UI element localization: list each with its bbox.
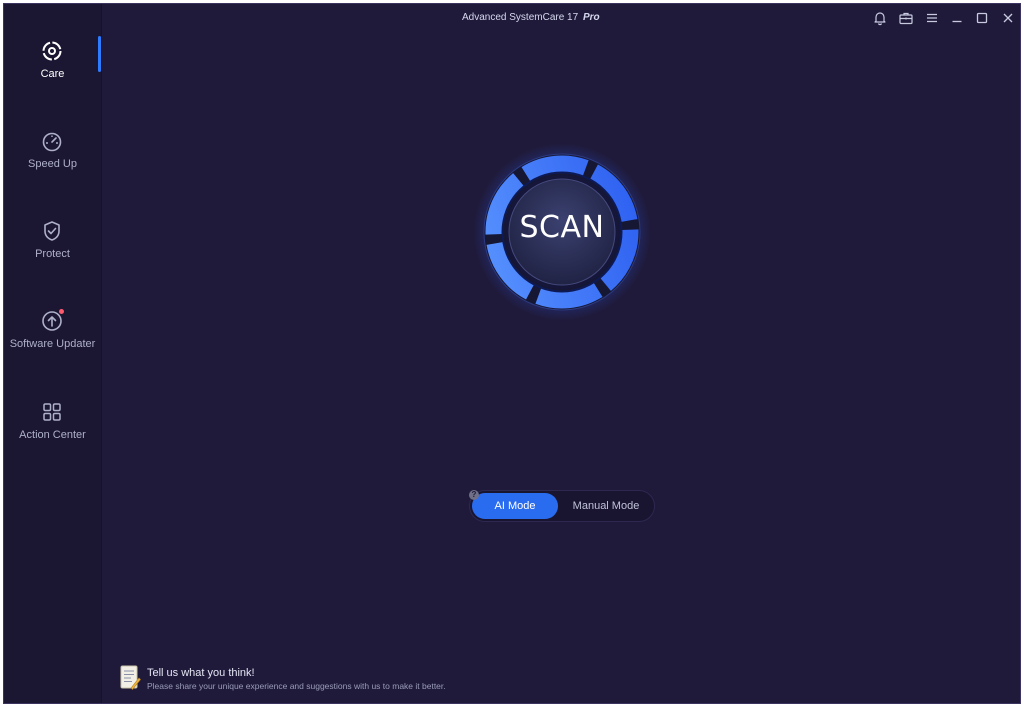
sidebar: Care Speed Up Protect Software Updater A…: [4, 4, 102, 703]
speedometer-icon: [42, 132, 62, 152]
toolbox-icon[interactable]: [898, 10, 914, 26]
menu-icon[interactable]: [924, 10, 940, 26]
feedback-document-icon: [120, 665, 141, 690]
sidebar-item-label: Protect: [35, 248, 70, 260]
minimize-icon[interactable]: [949, 10, 965, 26]
sidebar-item-label: Action Center: [19, 429, 86, 441]
window-title: Advanced SystemCare 17 Pro: [462, 12, 662, 23]
notification-dot: [59, 309, 64, 314]
shield-icon: [44, 221, 60, 241]
sidebar-item-label: Care: [40, 68, 65, 80]
close-icon[interactable]: [1000, 10, 1016, 26]
sidebar-item-protect[interactable]: Protect: [4, 219, 101, 289]
care-icon: [42, 41, 62, 61]
feedback-link[interactable]: Tell us what you think! Please share you…: [119, 664, 539, 694]
scan-button[interactable]: SCAN: [472, 142, 652, 322]
sidebar-item-label: Speed Up: [28, 158, 77, 170]
bell-icon[interactable]: [872, 10, 888, 26]
app-name: Advanced SystemCare 17: [462, 12, 579, 23]
app-window: Care Speed Up Protect Software Updater A…: [3, 3, 1021, 704]
edition-label: Pro: [582, 12, 600, 23]
sidebar-item-speed-up[interactable]: Speed Up: [4, 129, 101, 199]
feedback-subtitle: Please share your unique experience and …: [147, 681, 446, 691]
sidebar-item-software-updater[interactable]: Software Updater: [4, 309, 101, 379]
scan-label: SCAN: [519, 210, 605, 245]
maximize-icon[interactable]: [974, 10, 990, 26]
manual-mode-button[interactable]: Manual Mode: [560, 493, 652, 519]
ai-mode-button[interactable]: AI Mode: [472, 493, 558, 519]
mode-toggle: AI Mode Manual Mode: [469, 490, 655, 522]
sidebar-item-care[interactable]: Care: [4, 39, 101, 109]
grid-icon: [43, 403, 61, 421]
sidebar-item-action-center[interactable]: Action Center: [4, 400, 101, 470]
feedback-title: Tell us what you think!: [147, 667, 255, 679]
help-icon[interactable]: ?: [469, 490, 479, 500]
sidebar-item-label: Software Updater: [9, 338, 96, 350]
